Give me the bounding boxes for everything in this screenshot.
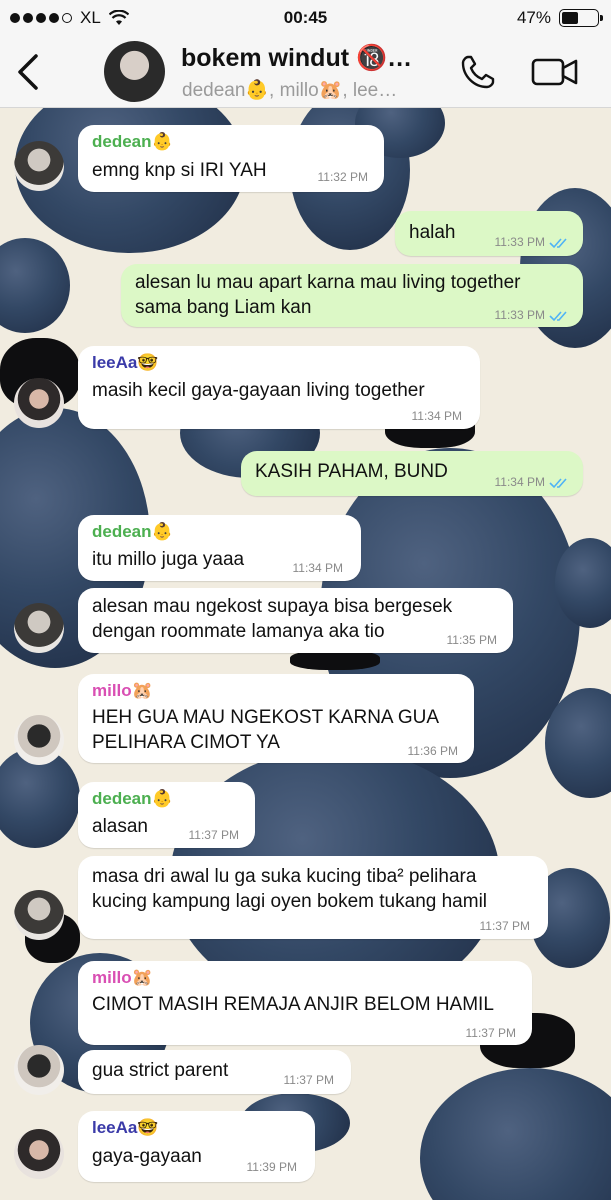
read-ticks-icon bbox=[549, 478, 567, 489]
message-time: 11:33 PM bbox=[494, 235, 545, 249]
message-text: alesan lu mau apart karna mau living tog… bbox=[135, 272, 521, 318]
message-time: 11:39 PM bbox=[246, 1160, 297, 1174]
message-text: alesan mau ngekost supaya bisa bergesek … bbox=[92, 596, 453, 642]
message-time: 11:34 PM bbox=[292, 561, 343, 575]
avatar-dedean[interactable] bbox=[14, 603, 64, 653]
back-chevron-icon[interactable] bbox=[12, 52, 46, 92]
message-text: alasan bbox=[92, 816, 148, 837]
message-time: 11:32 PM bbox=[317, 170, 368, 184]
sender-name: dedean👶 bbox=[92, 132, 173, 151]
sender-name: millo🐹 bbox=[92, 681, 153, 700]
message-bubble-incoming[interactable]: millo🐹 HEH GUA MAU NGEKOST KARNA GUA PEL… bbox=[78, 674, 474, 763]
battery-percent: 47% bbox=[516, 8, 551, 27]
message-bubble-incoming[interactable]: leeAa🤓 gaya-gayaan 11:39 PM bbox=[78, 1111, 315, 1182]
message-time: 11:37 PM bbox=[465, 1026, 516, 1040]
battery-icon bbox=[559, 9, 603, 27]
message-text: halah bbox=[409, 222, 456, 243]
sender-name: dedean👶 bbox=[92, 522, 173, 541]
wallpaper-blueberry bbox=[0, 238, 70, 333]
message-text: emng knp si IRI YAH bbox=[92, 160, 267, 181]
message-time: 11:37 PM bbox=[188, 828, 239, 842]
message-bubble-incoming[interactable]: dedean👶 emng knp si IRI YAH 11:32 PM bbox=[78, 125, 384, 192]
message-text: KASIH PAHAM, BUND bbox=[255, 461, 448, 482]
message-bubble-incoming[interactable]: gua strict parent 11:37 PM bbox=[78, 1050, 351, 1094]
sender-name: leeAa🤓 bbox=[92, 353, 159, 372]
read-ticks-icon bbox=[549, 311, 567, 322]
message-text: masa dri awal lu ga suka kucing tiba² pe… bbox=[92, 866, 488, 912]
sender-name: dedean👶 bbox=[92, 789, 173, 808]
avatar-leeaa[interactable] bbox=[14, 1129, 64, 1179]
message-bubble-outgoing[interactable]: KASIH PAHAM, BUND 11:34 PM bbox=[241, 451, 583, 496]
message-bubble-incoming[interactable]: dedean👶 alasan 11:37 PM bbox=[78, 782, 255, 848]
avatar-dedean[interactable] bbox=[14, 890, 64, 940]
message-bubble-incoming[interactable]: leeAa🤓 masih kecil gaya-gayaan living to… bbox=[78, 346, 480, 429]
group-title[interactable]: bokem windut 🔞… bbox=[181, 44, 412, 73]
message-bubble-incoming[interactable]: masa dri awal lu ga suka kucing tiba² pe… bbox=[78, 856, 548, 939]
message-time: 11:37 PM bbox=[283, 1073, 334, 1087]
message-time: 11:37 PM bbox=[479, 919, 530, 933]
chat-header: bokem windut 🔞… dedean👶, millo🐹, lee… bbox=[0, 36, 611, 108]
wallpaper-blueberry bbox=[420, 1068, 611, 1200]
group-members[interactable]: dedean👶, millo🐹, lee… bbox=[182, 78, 397, 102]
sender-name: millo🐹 bbox=[92, 968, 153, 987]
message-text: CIMOT MASIH REMAJA ANJIR BELOM HAMIL bbox=[92, 994, 494, 1015]
battery-area: 47% bbox=[516, 8, 603, 28]
message-bubble-incoming[interactable]: alesan mau ngekost supaya bisa bergesek … bbox=[78, 588, 513, 653]
avatar-millo[interactable] bbox=[14, 1045, 64, 1095]
message-bubble-outgoing[interactable]: halah 11:33 PM bbox=[395, 211, 583, 256]
avatar-dedean[interactable] bbox=[14, 141, 64, 191]
message-bubble-incoming[interactable]: millo🐹 CIMOT MASIH REMAJA ANJIR BELOM HA… bbox=[78, 961, 532, 1045]
message-text: masih kecil gaya-gayaan living together bbox=[92, 380, 425, 401]
phone-icon[interactable] bbox=[458, 52, 498, 92]
message-text: itu millo juga yaaa bbox=[92, 549, 245, 570]
message-text: gaya-gayaan bbox=[92, 1146, 202, 1167]
message-text: HEH GUA MAU NGEKOST KARNA GUA PELIHARA C… bbox=[92, 707, 440, 753]
video-call-icon[interactable] bbox=[531, 54, 579, 90]
message-bubble-incoming[interactable]: dedean👶 itu millo juga yaaa 11:34 PM bbox=[78, 515, 361, 581]
message-text: gua strict parent bbox=[92, 1060, 229, 1081]
status-bar: XL 00:45 47% bbox=[0, 0, 611, 36]
message-time: 11:34 PM bbox=[494, 475, 545, 489]
message-time: 11:36 PM bbox=[407, 744, 458, 758]
message-time: 11:35 PM bbox=[446, 633, 497, 647]
message-bubble-outgoing[interactable]: alesan lu mau apart karna mau living tog… bbox=[121, 264, 583, 327]
message-time: 11:34 PM bbox=[411, 409, 462, 423]
avatar-millo[interactable] bbox=[14, 715, 64, 765]
sender-name: leeAa🤓 bbox=[92, 1118, 159, 1137]
group-avatar[interactable] bbox=[104, 41, 165, 102]
message-time: 11:33 PM bbox=[494, 308, 545, 322]
avatar-leeaa[interactable] bbox=[14, 378, 64, 428]
chat-area[interactable]: dedean👶 emng knp si IRI YAH 11:32 PM hal… bbox=[0, 108, 611, 1200]
wallpaper-cat bbox=[290, 650, 380, 670]
read-ticks-icon bbox=[549, 238, 567, 249]
